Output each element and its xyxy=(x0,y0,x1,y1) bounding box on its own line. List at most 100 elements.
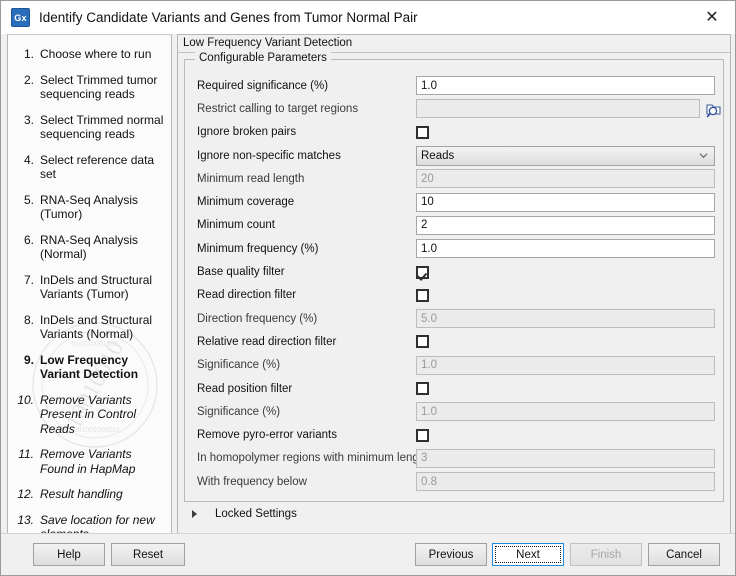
sidebar-step-5[interactable]: 5.RNA-Seq Analysis (Tumor) xyxy=(14,193,165,222)
locked-settings-toggle[interactable]: Locked Settings xyxy=(184,503,297,525)
param-control xyxy=(416,99,715,118)
checkbox-read-direction-filter[interactable] xyxy=(416,289,429,302)
param-label: Minimum coverage xyxy=(197,196,416,208)
parameter-rows: Required significance (%) Restrict callin… xyxy=(185,74,723,493)
param-label: In homopolymer regions with minimum leng… xyxy=(197,452,416,464)
main-panel: Low Frequency Variant Detection Configur… xyxy=(177,34,731,534)
param-control xyxy=(416,169,715,188)
step-label: Result handling xyxy=(40,487,123,502)
checkbox-ignore-broken-pairs[interactable] xyxy=(416,126,429,139)
help-button[interactable]: Help xyxy=(33,543,105,566)
previous-button[interactable]: Previous xyxy=(415,543,487,566)
param-label: Ignore broken pairs xyxy=(197,126,416,138)
sidebar-step-6[interactable]: 6.RNA-Seq Analysis (Normal) xyxy=(14,233,165,262)
chevron-right-icon xyxy=(192,510,197,518)
param-row-base-quality-filter: Base quality filter xyxy=(185,260,723,283)
input-significance xyxy=(416,356,715,375)
sidebar-step-11[interactable]: 11.Remove Variants Found in HapMap xyxy=(14,447,165,476)
param-label: Ignore non-specific matches xyxy=(197,150,416,162)
panel-header-title: Low Frequency Variant Detection xyxy=(178,35,730,53)
sidebar-step-8[interactable]: 8.InDels and Structural Variants (Normal… xyxy=(14,313,165,342)
input-with-frequency-below xyxy=(416,472,715,491)
step-number: 7. xyxy=(14,273,40,302)
step-number: 9. xyxy=(14,353,40,382)
select-ignore-non-specific-matches[interactable]: ReadsReads and regionsNo xyxy=(416,146,715,166)
steps-list: 1.Choose where to run2.Select Trimmed tu… xyxy=(8,35,171,534)
input-restrict-calling-to-target-regions xyxy=(416,99,700,118)
input-minimum-count[interactable] xyxy=(416,216,715,235)
configurable-parameters-group: Configurable Parameters Required signifi… xyxy=(184,59,724,502)
param-row-direction-frequency: Direction frequency (%) xyxy=(185,307,723,330)
param-control xyxy=(416,472,715,491)
param-control xyxy=(416,289,715,302)
finish-button: Finish xyxy=(570,543,642,566)
param-control xyxy=(416,126,715,139)
sidebar-step-10[interactable]: 10.Remove Variants Present in Control Re… xyxy=(14,393,165,437)
sidebar-step-1[interactable]: 1.Choose where to run xyxy=(14,47,165,62)
step-label: Select reference data set xyxy=(40,153,165,182)
param-control xyxy=(416,382,715,395)
param-row-relative-read-direction-filter: Relative read direction filter xyxy=(185,330,723,353)
checkbox-read-position-filter[interactable] xyxy=(416,382,429,395)
step-number: 12. xyxy=(14,487,40,502)
param-row-in-homopolymer-regions-with-minimum-length: In homopolymer regions with minimum leng… xyxy=(185,447,723,470)
param-control xyxy=(416,335,715,348)
param-control xyxy=(416,76,715,95)
param-row-minimum-coverage: Minimum coverage xyxy=(185,190,723,213)
param-row-ignore-broken-pairs: Ignore broken pairs xyxy=(185,121,723,144)
param-row-with-frequency-below: With frequency below xyxy=(185,470,723,493)
step-label: RNA-Seq Analysis (Tumor) xyxy=(40,193,165,222)
next-button[interactable]: Next xyxy=(492,543,564,566)
step-label: Low Frequency Variant Detection xyxy=(40,353,165,382)
input-minimum-frequency[interactable] xyxy=(416,239,715,258)
sidebar-step-4[interactable]: 4.Select reference data set xyxy=(14,153,165,182)
step-number: 3. xyxy=(14,113,40,142)
group-title: Configurable Parameters xyxy=(195,52,331,64)
checkbox-relative-read-direction-filter[interactable] xyxy=(416,335,429,348)
input-minimum-coverage[interactable] xyxy=(416,193,715,212)
step-number: 2. xyxy=(14,73,40,102)
param-label: Minimum read length xyxy=(197,173,416,185)
sidebar-step-2[interactable]: 2.Select Trimmed tumor sequencing reads xyxy=(14,73,165,102)
sidebar-step-3[interactable]: 3.Select Trimmed normal sequencing reads xyxy=(14,113,165,142)
step-number: 4. xyxy=(14,153,40,182)
sidebar-step-13[interactable]: 13.Save location for new elements xyxy=(14,513,165,535)
param-row-minimum-frequency: Minimum frequency (%) xyxy=(185,237,723,260)
param-label: Required significance (%) xyxy=(197,80,416,92)
param-control xyxy=(416,356,715,375)
param-row-ignore-non-specific-matches: Ignore non-specific matchesReadsReads an… xyxy=(185,144,723,167)
step-label: InDels and Structural Variants (Normal) xyxy=(40,313,165,342)
select-wrapper: ReadsReads and regionsNo xyxy=(416,146,715,166)
sidebar-step-12[interactable]: 12.Result handling xyxy=(14,487,165,502)
sidebar-step-7[interactable]: 7.InDels and Structural Variants (Tumor) xyxy=(14,273,165,302)
checkbox-remove-pyro-error-variants[interactable] xyxy=(416,429,429,442)
button-bar: Help Reset Previous Next Finish Cancel xyxy=(1,533,735,575)
sidebar-step-9[interactable]: 9.Low Frequency Variant Detection xyxy=(14,353,165,382)
close-icon[interactable]: ✕ xyxy=(689,1,735,33)
param-label: Restrict calling to target regions xyxy=(197,103,416,115)
step-number: 11. xyxy=(14,447,40,476)
param-label: Minimum count xyxy=(197,219,416,231)
input-direction-frequency xyxy=(416,309,715,328)
step-number: 1. xyxy=(14,47,40,62)
param-control xyxy=(416,193,715,212)
param-row-read-position-filter: Read position filter xyxy=(185,377,723,400)
step-label: Choose where to run xyxy=(40,47,151,62)
param-label: Remove pyro-error variants xyxy=(197,429,416,441)
reset-button[interactable]: Reset xyxy=(111,543,185,566)
folder-search-icon[interactable] xyxy=(704,99,724,118)
param-row-significance: Significance (%) xyxy=(185,354,723,377)
param-label: Relative read direction filter xyxy=(197,336,416,348)
step-label: Save location for new elements xyxy=(40,513,165,535)
app-icon: Gx xyxy=(11,8,30,27)
param-label: With frequency below xyxy=(197,476,416,488)
cancel-button[interactable]: Cancel xyxy=(648,543,720,566)
step-label: RNA-Seq Analysis (Normal) xyxy=(40,233,165,262)
input-minimum-read-length xyxy=(416,169,715,188)
param-control: ReadsReads and regionsNo xyxy=(416,146,715,166)
input-required-significance[interactable] xyxy=(416,76,715,95)
step-number: 5. xyxy=(14,193,40,222)
checkbox-base-quality-filter[interactable] xyxy=(416,266,429,279)
step-label: Select Trimmed tumor sequencing reads xyxy=(40,73,165,102)
focus-ring xyxy=(495,546,561,563)
